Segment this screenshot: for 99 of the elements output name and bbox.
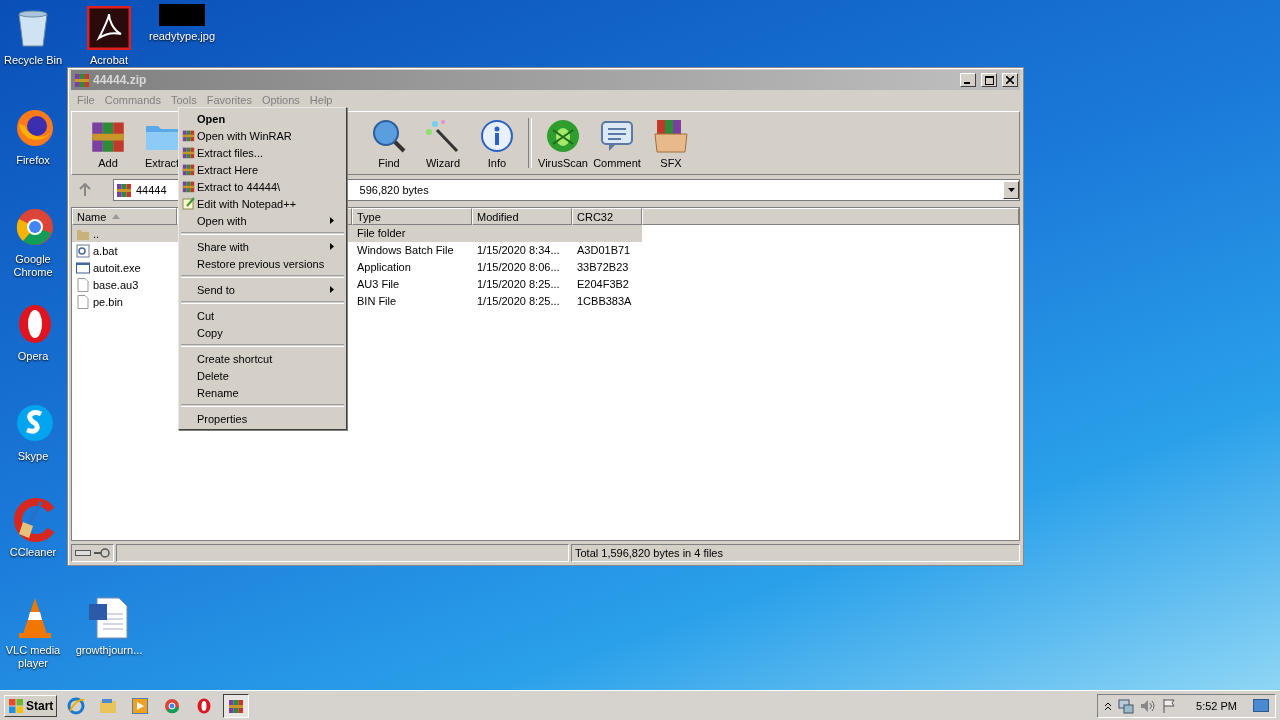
table-cell-text: 1/15/2020 8:06... bbox=[476, 260, 561, 275]
menu-item[interactable]: Open with bbox=[179, 212, 346, 229]
column-header[interactable]: CRC32 bbox=[572, 208, 642, 225]
menu-item[interactable]: Extract files... bbox=[179, 144, 346, 161]
key-icon bbox=[94, 548, 110, 558]
desktop-icon-label[interactable]: growthjourn... bbox=[75, 644, 143, 657]
menu-item[interactable]: Extract Here bbox=[179, 161, 346, 178]
column-header[interactable]: Name bbox=[72, 208, 177, 225]
toolbar-button[interactable]: SFX bbox=[644, 114, 698, 172]
desktop-icon-label[interactable]: readytype.jpg bbox=[148, 30, 215, 43]
maximize-button[interactable] bbox=[981, 73, 997, 87]
table-cell-text: 1CBB383A bbox=[576, 294, 633, 309]
table-cell bbox=[572, 225, 642, 242]
document-icon bbox=[87, 596, 131, 640]
notepad-icon bbox=[182, 197, 195, 210]
menu-item[interactable]: Open bbox=[179, 110, 346, 127]
table-cell-text: A3D01B71 bbox=[576, 243, 632, 258]
image-thumbnail bbox=[159, 4, 205, 26]
desktop-icon-label[interactable]: Skype bbox=[17, 450, 49, 463]
file-icon bbox=[76, 294, 90, 309]
minimize-button[interactable] bbox=[960, 73, 976, 87]
file-name-cell[interactable]: .. bbox=[72, 225, 177, 242]
up-arrow-icon bbox=[79, 183, 91, 197]
menu-item[interactable]: Properties bbox=[179, 410, 346, 427]
application-icon bbox=[76, 260, 90, 275]
toolbar-button[interactable]: Find bbox=[362, 114, 416, 172]
info-icon bbox=[479, 117, 515, 154]
archive-icon bbox=[182, 129, 195, 142]
table-cell-text: 1/15/2020 8:25... bbox=[476, 277, 561, 292]
toolbar-button[interactable]: VirusScan bbox=[536, 114, 590, 172]
windows-logo-icon bbox=[8, 697, 24, 714]
menu-item[interactable]: Delete bbox=[179, 367, 346, 384]
table-cell-text: BIN File bbox=[356, 294, 398, 309]
archive-icon bbox=[74, 72, 90, 88]
flag-icon[interactable] bbox=[1162, 697, 1177, 714]
cleaner-app-icon bbox=[11, 498, 55, 542]
table-cell-text: Application bbox=[356, 260, 412, 275]
desktop-icon-label[interactable]: VLC media player bbox=[0, 644, 68, 670]
menu-item[interactable]: Cut bbox=[179, 307, 346, 324]
menu-item[interactable]: Copy bbox=[179, 324, 346, 341]
desktop-icon-label[interactable]: CCleaner bbox=[9, 546, 57, 559]
caret-icon bbox=[1007, 188, 1015, 192]
submenu-arrow-icon bbox=[330, 286, 334, 293]
column-header[interactable]: Type bbox=[352, 208, 472, 225]
status-text: Total 1,596,820 bytes in 4 files bbox=[575, 547, 723, 559]
close-button[interactable] bbox=[1002, 73, 1018, 87]
search-icon bbox=[371, 117, 407, 154]
toolbar-button[interactable]: Info bbox=[470, 114, 524, 172]
close-icon bbox=[1006, 76, 1014, 84]
file-icon bbox=[76, 277, 90, 292]
desktop-icon-label[interactable]: Firefox bbox=[16, 154, 50, 167]
table-cell: File folder bbox=[352, 225, 472, 242]
submenu-arrow-icon bbox=[330, 217, 334, 224]
drive-icon bbox=[75, 549, 91, 557]
archive-icon bbox=[182, 180, 195, 193]
archive-box-icon bbox=[653, 117, 689, 154]
window-title: 44444.zip bbox=[93, 73, 148, 87]
column-header[interactable]: Modified bbox=[472, 208, 572, 225]
toolbar-button[interactable]: Comment bbox=[590, 114, 644, 172]
menu-item[interactable]: Rename bbox=[179, 384, 346, 401]
magic-wand-icon bbox=[425, 117, 461, 154]
table-cell-text: 33B72B23 bbox=[576, 260, 630, 275]
dropdown-button[interactable] bbox=[1003, 181, 1019, 199]
show-desktop-icon[interactable] bbox=[1253, 698, 1269, 713]
table-cell-text: AU3 File bbox=[356, 277, 401, 292]
table-cell-text: Windows Batch File bbox=[356, 243, 455, 258]
file-name-cell[interactable]: pe.bin bbox=[72, 293, 177, 310]
clock[interactable]: 5:52 PM bbox=[1196, 699, 1237, 712]
desktop-icon-label[interactable]: Recycle Bin bbox=[3, 54, 63, 67]
pdf-app-icon bbox=[87, 6, 131, 50]
file-name-cell[interactable]: a.bat bbox=[72, 242, 177, 259]
toolbar-button[interactable]: Add bbox=[81, 114, 135, 172]
archive-icon bbox=[182, 146, 195, 159]
menu-item[interactable]: Open with WinRAR bbox=[179, 127, 346, 144]
network-icon[interactable] bbox=[1118, 697, 1135, 714]
maximize-icon bbox=[984, 75, 994, 85]
toolbar-button[interactable]: Wizard bbox=[416, 114, 470, 172]
archive-icon bbox=[116, 182, 132, 198]
menu-item[interactable]: Restore previous versions bbox=[179, 255, 346, 272]
table-cell-text: 1/15/2020 8:25... bbox=[476, 294, 561, 309]
menu-item[interactable]: Share with bbox=[179, 238, 346, 255]
desktop-icon-label[interactable]: Google Chrome bbox=[0, 253, 68, 279]
archive-icon bbox=[228, 697, 245, 714]
archive-icon bbox=[182, 163, 195, 176]
menu-item[interactable]: Extract to 44444\ bbox=[179, 178, 346, 195]
menu-item[interactable]: Send to bbox=[179, 281, 346, 298]
file-name-cell[interactable]: base.au3 bbox=[72, 276, 177, 293]
start-button[interactable]: Start bbox=[4, 694, 58, 717]
file-name-cell[interactable]: autoit.exe bbox=[72, 259, 177, 276]
submenu-arrow-icon bbox=[330, 243, 334, 250]
chevron-up-icon[interactable] bbox=[1104, 700, 1113, 711]
menu-item[interactable]: Create shortcut bbox=[179, 350, 346, 367]
taskbar-archive-icon[interactable] bbox=[223, 693, 250, 718]
gear-file-icon bbox=[76, 243, 90, 258]
desktop-icon-label[interactable]: Opera bbox=[17, 350, 49, 363]
table-cell-text: 1/15/2020 8:34... bbox=[476, 243, 561, 258]
table-cell-text: E204F3B2 bbox=[576, 277, 630, 292]
desktop-icon-label[interactable]: Acrobat bbox=[90, 54, 128, 67]
sort-arrow-icon bbox=[112, 214, 121, 219]
